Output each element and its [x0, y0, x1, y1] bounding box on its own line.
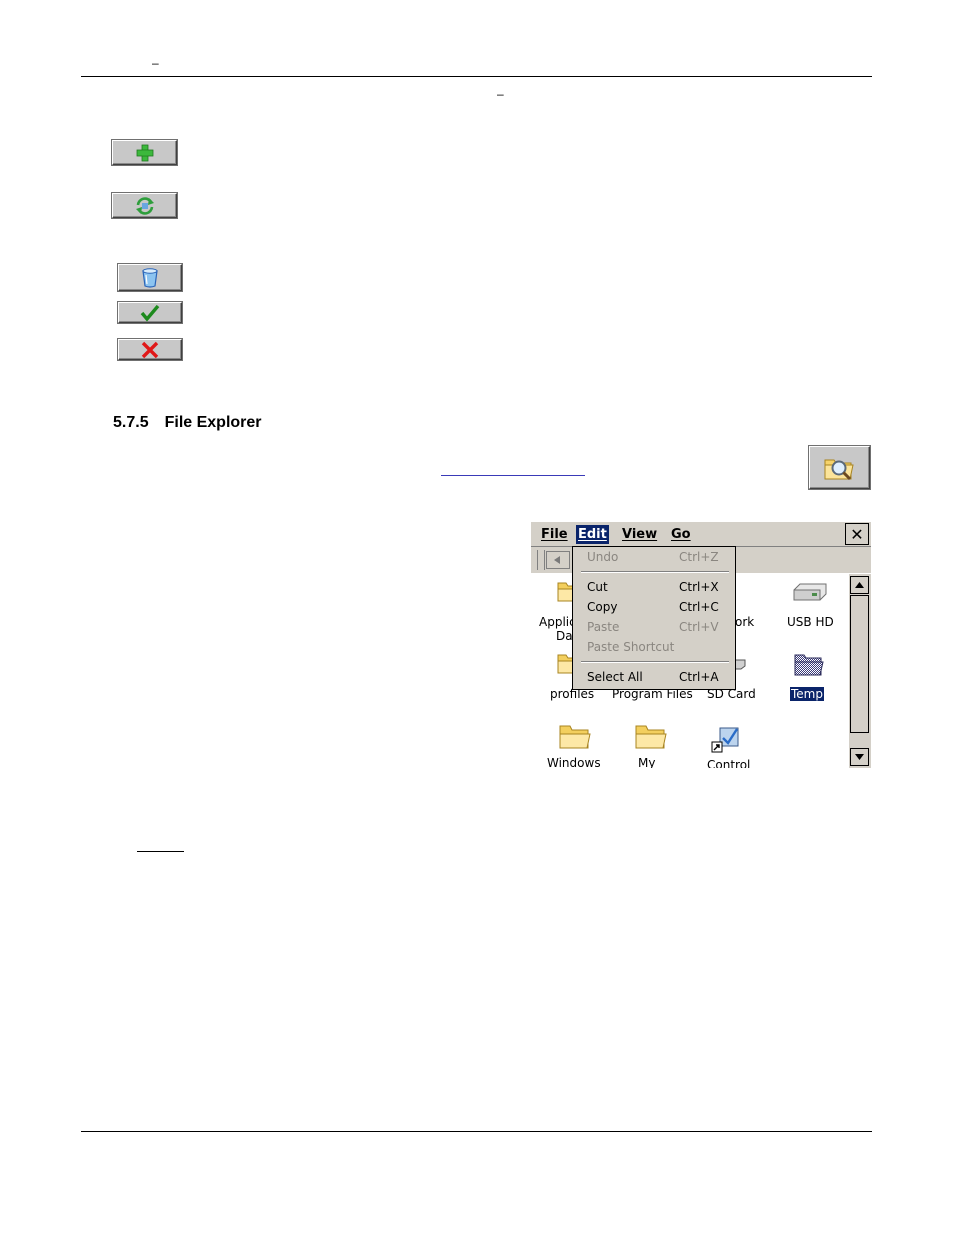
item-label-selected[interactable]: Temp — [789, 686, 825, 702]
menu-view[interactable]: View — [620, 525, 659, 544]
scroll-down-button[interactable] — [850, 748, 869, 766]
item-label[interactable]: Windows — [547, 756, 601, 768]
back-button[interactable] — [546, 551, 570, 569]
menu-item-label: Select All — [587, 670, 643, 684]
close-icon — [141, 341, 159, 358]
menu-item-shortcut: Ctrl+V — [679, 620, 719, 634]
menu-item-label: Paste Shortcut — [587, 640, 675, 654]
menu-file[interactable]: File — [539, 525, 570, 544]
menu-separator — [581, 571, 729, 573]
section-heading: 5.7.5 File Explorer — [113, 414, 262, 432]
menu-item-shortcut: Ctrl+C — [679, 600, 719, 614]
file-explorer-button[interactable] — [809, 446, 870, 489]
selected-folder-icon[interactable] — [794, 651, 824, 677]
menu-item-label: Undo — [587, 550, 619, 564]
menu-item-label: Paste — [587, 620, 620, 634]
item-label[interactable]: My — [638, 756, 655, 768]
folder-magnifier-icon — [824, 459, 854, 480]
footer-rule — [81, 1131, 872, 1132]
menu-item-label: Cut — [587, 580, 608, 594]
menu-item-select-all[interactable]: Select All Ctrl+A — [587, 668, 727, 686]
item-label[interactable]: Applic — [539, 615, 576, 629]
header-dash: – — [152, 56, 159, 70]
usb-drive-icon[interactable] — [792, 582, 828, 604]
edit-menu-dropdown: Undo Ctrl+Z Cut Ctrl+X Copy Ctrl+C Paste… — [572, 546, 736, 690]
cancel-button[interactable] — [118, 339, 182, 360]
check-icon — [140, 304, 160, 322]
menu-item-paste-shortcut[interactable]: Paste Shortcut — [587, 638, 727, 656]
file-explorer-window: File Edit View Go ✕ Applic Da ork USB HD — [531, 522, 871, 768]
item-label[interactable]: ork — [735, 615, 754, 629]
clear-button[interactable] — [118, 264, 182, 291]
menu-edit[interactable]: Edit — [576, 525, 609, 544]
menu-item-shortcut: Ctrl+X — [679, 580, 719, 594]
control-panel-icon[interactable] — [711, 724, 743, 754]
menu-bar: File Edit View Go ✕ — [531, 522, 871, 547]
toolbar-grip[interactable] — [537, 550, 545, 570]
back-arrow-icon — [554, 556, 560, 564]
menu-item-shortcut: Ctrl+A — [679, 670, 719, 684]
menu-item-copy[interactable]: Copy Ctrl+C — [587, 598, 727, 616]
refresh-icon — [135, 196, 154, 215]
ok-button[interactable] — [118, 302, 182, 323]
triangle-up-icon — [855, 582, 864, 588]
item-label[interactable]: Da — [556, 629, 573, 643]
close-button[interactable]: ✕ — [845, 523, 869, 545]
subheader-dash: – — [497, 87, 504, 101]
menu-item-undo[interactable]: Undo Ctrl+Z — [587, 548, 727, 566]
menu-go[interactable]: Go — [669, 525, 693, 544]
menu-item-shortcut: Ctrl+Z — [679, 550, 719, 564]
header-rule — [81, 76, 872, 77]
item-label[interactable]: USB HD — [787, 615, 834, 629]
triangle-down-icon — [855, 754, 864, 760]
item-label[interactable]: Control — [707, 758, 750, 768]
bucket-icon — [142, 267, 158, 288]
scroll-thumb[interactable] — [850, 595, 869, 733]
scroll-up-button[interactable] — [850, 576, 869, 594]
refresh-button[interactable] — [112, 193, 177, 218]
menu-item-cut[interactable]: Cut Ctrl+X — [587, 578, 727, 596]
menu-separator — [581, 661, 729, 663]
section-title: File Explorer — [164, 414, 262, 431]
close-icon: ✕ — [850, 524, 864, 544]
folder-icon[interactable] — [559, 722, 591, 750]
menu-item-paste[interactable]: Paste Ctrl+V — [587, 618, 727, 636]
section-number: 5.7.5 — [113, 414, 149, 431]
add-button[interactable] — [112, 140, 177, 165]
plus-icon — [136, 144, 153, 161]
vertical-scrollbar[interactable] — [849, 574, 871, 768]
menu-item-label: Copy — [587, 600, 618, 614]
folder-icon[interactable] — [635, 722, 667, 750]
note-underline — [137, 851, 184, 852]
hyperlink-underline[interactable] — [441, 475, 585, 476]
